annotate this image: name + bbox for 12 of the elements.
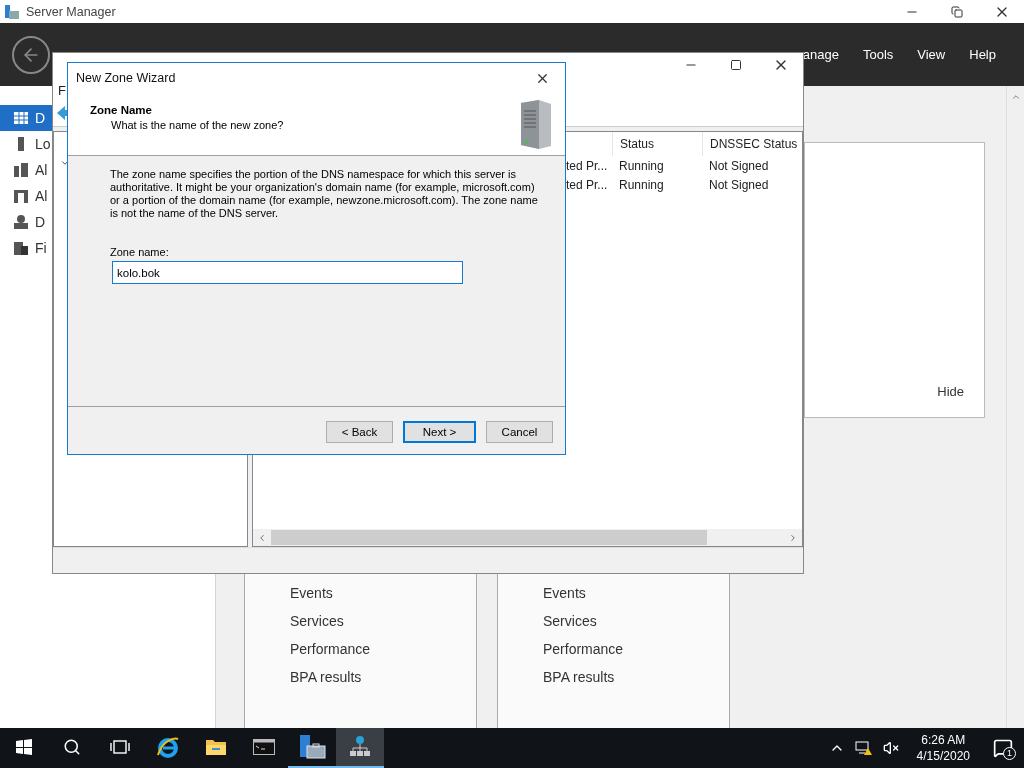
table-cell-text: ted Pr... [566,158,609,173]
dialog-title: New Zone Wizard [76,71,177,85]
page-subheading: What is the name of the new zone? [110,119,285,131]
field-label: Zone name: [110,246,170,258]
table-cell-text: Not Signed [708,177,770,192]
table-cell-text: Running [618,158,665,173]
description-text: The zone name specifies the portion of the DNS namespace for which this server is authoritative. It might be your organization's domain name (for example, microsoft.com) or a portion of the domain name (for example, newzone.microsoft.com). The zone name is not the name of the DNS server. [110,168,539,220]
page-heading: Zone Name [90,104,153,116]
table-cell-text: Running [618,177,665,192]
window-title: Server Manager [26,4,117,19]
table-cell-text: Not Signed [708,158,770,173]
table-cell-text: ted Pr... [566,177,609,192]
